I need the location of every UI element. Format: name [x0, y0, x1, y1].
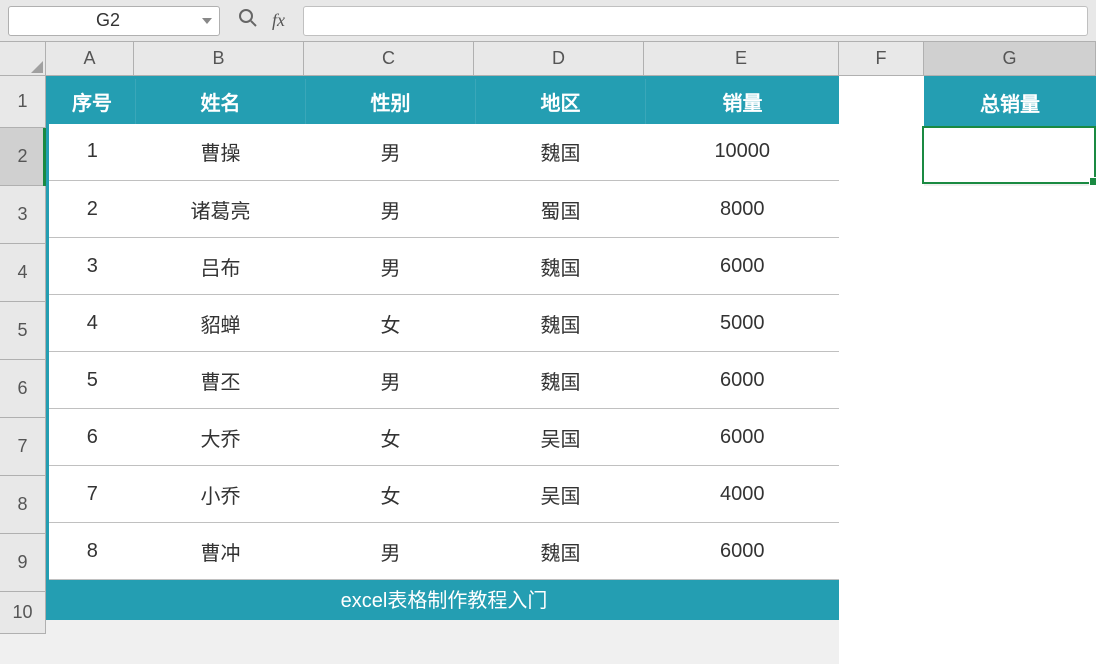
header-name[interactable]: 姓名: [136, 78, 306, 124]
name-box-value: G2: [15, 10, 201, 31]
table-row: 8 曹冲 男 魏国 6000: [48, 523, 841, 580]
cell[interactable]: 魏国: [476, 238, 646, 295]
table-row: 6 大乔 女 吴国 6000: [48, 409, 841, 466]
cell[interactable]: 6000: [646, 238, 841, 295]
cell[interactable]: 吴国: [476, 409, 646, 466]
sheet-grid: A B C D E F G: [0, 42, 1096, 76]
header-seq[interactable]: 序号: [48, 78, 136, 124]
search-icon[interactable]: [238, 8, 258, 34]
row-header-2[interactable]: 2: [0, 128, 46, 186]
header-sales[interactable]: 销量: [646, 78, 841, 124]
cell[interactable]: 曹冲: [136, 523, 306, 580]
cell[interactable]: 魏国: [476, 124, 646, 181]
header-region[interactable]: 地区: [476, 78, 646, 124]
cell[interactable]: 1: [48, 124, 136, 181]
cell[interactable]: 4000: [646, 466, 841, 523]
table-row: 4 貂蝉 女 魏国 5000: [48, 295, 841, 352]
column-headers: A B C D E F G: [46, 42, 1096, 76]
cell[interactable]: 5: [48, 352, 136, 409]
footer-text[interactable]: excel表格制作教程入门: [48, 580, 841, 619]
cell[interactable]: 男: [306, 124, 476, 181]
cell[interactable]: 6: [48, 409, 136, 466]
cell[interactable]: 大乔: [136, 409, 306, 466]
table-footer-row: excel表格制作教程入门: [48, 580, 841, 619]
cell[interactable]: 诸葛亮: [136, 181, 306, 238]
corner-triangle-icon: [31, 61, 43, 73]
table-row: 1 曹操 男 魏国 10000: [48, 124, 841, 181]
row-header-7[interactable]: 7: [0, 418, 46, 476]
table-row: 2 诸葛亮 男 蜀国 8000: [48, 181, 841, 238]
formula-bar: G2 fx: [0, 0, 1096, 42]
name-box[interactable]: G2: [8, 6, 220, 36]
col-header-a[interactable]: A: [46, 42, 134, 76]
table-header-row: 序号 姓名 性别 地区 销量: [48, 78, 841, 124]
cell[interactable]: 女: [306, 295, 476, 352]
cell[interactable]: 6000: [646, 523, 841, 580]
row-header-3[interactable]: 3: [0, 186, 46, 244]
col-header-g[interactable]: G: [924, 42, 1096, 76]
cell[interactable]: 6000: [646, 409, 841, 466]
table-row: 7 小乔 女 吴国 4000: [48, 466, 841, 523]
row-header-10[interactable]: 10: [0, 592, 46, 634]
cell[interactable]: 4: [48, 295, 136, 352]
cell[interactable]: 10000: [646, 124, 841, 181]
sheet-body: 1 2 3 4 5 6 7 8 9 10 序号 姓名 性别 地区 销量 1 曹操…: [0, 76, 1096, 634]
header-gender[interactable]: 性别: [306, 78, 476, 124]
row-header-6[interactable]: 6: [0, 360, 46, 418]
empty-col-g-below[interactable]: [924, 186, 1096, 664]
cell[interactable]: 魏国: [476, 523, 646, 580]
cell[interactable]: 女: [306, 466, 476, 523]
cell[interactable]: 8: [48, 523, 136, 580]
data-table: 序号 姓名 性别 地区 销量 1 曹操 男 魏国 10000 2 诸葛亮 男 蜀…: [46, 76, 842, 620]
cell[interactable]: 魏国: [476, 352, 646, 409]
table-row: 3 吕布 男 魏国 6000: [48, 238, 841, 295]
cell[interactable]: 男: [306, 181, 476, 238]
name-box-dropdown-icon[interactable]: [201, 15, 213, 27]
cell[interactable]: 貂蝉: [136, 295, 306, 352]
cell[interactable]: 5000: [646, 295, 841, 352]
cell[interactable]: 魏国: [476, 295, 646, 352]
cell[interactable]: 小乔: [136, 466, 306, 523]
cell[interactable]: 蜀国: [476, 181, 646, 238]
fx-label[interactable]: fx: [272, 10, 285, 31]
cell[interactable]: 2: [48, 181, 136, 238]
cell[interactable]: 女: [306, 409, 476, 466]
cell[interactable]: 男: [306, 523, 476, 580]
cell[interactable]: 男: [306, 352, 476, 409]
col-header-b[interactable]: B: [134, 42, 304, 76]
row-selection-indicator: [43, 128, 46, 186]
cell[interactable]: 曹操: [136, 124, 306, 181]
row-headers: 1 2 3 4 5 6 7 8 9 10: [0, 76, 46, 634]
total-sales-header[interactable]: 总销量: [924, 76, 1096, 128]
cell[interactable]: 6000: [646, 352, 841, 409]
col-header-d[interactable]: D: [474, 42, 644, 76]
cells-area[interactable]: 序号 姓名 性别 地区 销量 1 曹操 男 魏国 10000 2 诸葛亮 男 蜀…: [46, 76, 842, 634]
formula-input[interactable]: [303, 6, 1088, 36]
col-header-f[interactable]: F: [839, 42, 924, 76]
row-header-1[interactable]: 1: [0, 76, 46, 128]
cell[interactable]: 吕布: [136, 238, 306, 295]
cell[interactable]: 3: [48, 238, 136, 295]
table-row: 5 曹丕 男 魏国 6000: [48, 352, 841, 409]
cell[interactable]: 曹丕: [136, 352, 306, 409]
row-header-8[interactable]: 8: [0, 476, 46, 534]
select-all-corner[interactable]: [0, 42, 46, 76]
cell[interactable]: 吴国: [476, 466, 646, 523]
empty-col-f[interactable]: [839, 76, 924, 664]
col-header-e[interactable]: E: [644, 42, 839, 76]
row-header-5[interactable]: 5: [0, 302, 46, 360]
row-header-9[interactable]: 9: [0, 534, 46, 592]
row-header-4[interactable]: 4: [0, 244, 46, 302]
cell[interactable]: 7: [48, 466, 136, 523]
col-header-c[interactable]: C: [304, 42, 474, 76]
cell[interactable]: 8000: [646, 181, 841, 238]
formula-tools: fx: [228, 8, 295, 34]
cell[interactable]: 男: [306, 238, 476, 295]
selected-cell-g2[interactable]: [922, 126, 1096, 184]
